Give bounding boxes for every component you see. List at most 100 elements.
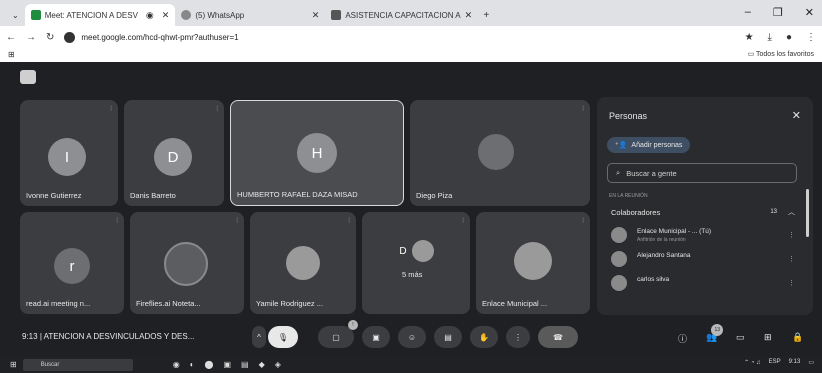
participant-tile-speaking[interactable]: H HUMBERTO RAFAEL DAZA MISAD: [230, 100, 404, 206]
panel-scrollbar[interactable]: [806, 189, 809, 237]
window-controls: – ❐ ✕: [745, 6, 814, 19]
tab-label: Meet: ATENCION A DESV: [44, 10, 138, 20]
search-icon: ⌕: [616, 168, 621, 177]
star-icon[interactable]: ★: [745, 32, 754, 43]
people-panel: Personas ✕ ⁺👤 Añadir personas ⌕ Buscar a…: [597, 97, 813, 315]
close-icon[interactable]: ✕: [162, 10, 170, 21]
camera-toggle-button[interactable]: ▢!: [318, 320, 358, 348]
menu-icon[interactable]: ⋮: [806, 32, 816, 43]
more-options-icon[interactable]: ⋮: [788, 279, 795, 287]
avatar-photo: [478, 134, 514, 170]
tab-label: ASISTENCIA CAPACITACION A: [345, 10, 461, 20]
participant-row[interactable]: carlos silva ⋮: [607, 273, 803, 295]
avatar: D: [154, 138, 192, 176]
more-options-icon: ⋮: [514, 332, 522, 342]
close-panel-icon[interactable]: ✕: [792, 109, 801, 122]
present-icon: ▤: [444, 332, 452, 342]
forward-icon[interactable]: →: [26, 32, 36, 43]
participant-name: carlos silva: [637, 276, 670, 283]
participant-name: Fireflies.ai Noteta...: [136, 299, 201, 308]
people-count-badge: 13: [711, 324, 724, 336]
maximize-icon[interactable]: ❐: [773, 6, 783, 19]
close-window-icon[interactable]: ✕: [805, 6, 814, 19]
tab-whatsapp[interactable]: (5) WhatsApp ✕: [175, 4, 325, 26]
participant-name: Alejandro Santana: [637, 252, 691, 259]
participant-role: Anfitrión de la reunión: [637, 237, 686, 243]
all-bookmarks-label: Todos los favoritos: [756, 51, 814, 58]
participant-tile[interactable]: ⫶ Fireflies.ai Noteta...: [130, 212, 244, 314]
participant-name: Enlace Municipal ...: [482, 299, 548, 308]
more-options-icon[interactable]: ⋮: [788, 231, 795, 239]
participant-tile[interactable]: ⫶ D Danis Barreto: [124, 100, 224, 206]
back-icon[interactable]: ←: [6, 32, 16, 43]
participant-tile-others[interactable]: ⫶ D 5 más: [362, 212, 470, 314]
participant-tile[interactable]: ⫶ I Ivonne Gutierrez: [20, 100, 118, 206]
meet-logo-icon[interactable]: [20, 70, 36, 84]
tab-search-icon[interactable]: ⌄: [12, 11, 19, 20]
mic-off-icon: 🎙: [277, 332, 289, 342]
present-button[interactable]: ▤: [434, 326, 462, 348]
avatar: I: [48, 138, 86, 176]
leave-call-button[interactable]: ☎: [538, 326, 578, 348]
system-tray: ⌃ ◔ ♫ ESP 9:13 ▭: [744, 359, 814, 366]
avatar-photo: [286, 246, 320, 280]
mic-off-icon: ⫶: [582, 106, 584, 113]
participant-name: HUMBERTO RAFAEL DAZA MISAD: [237, 190, 358, 199]
address-bar[interactable]: meet.google.com/hcd-qhwt-pmr?authuser=1: [64, 31, 734, 43]
host-controls-icon[interactable]: 🔒: [792, 332, 803, 343]
participant-tile[interactable]: ⫶ Enlace Municipal ...: [476, 212, 590, 314]
notifications-icon[interactable]: ▭: [808, 359, 814, 366]
download-icon[interactable]: ⤓: [768, 32, 772, 43]
avatar-logo: [164, 242, 208, 286]
mic-off-icon: ⫶: [216, 106, 218, 113]
chat-icon[interactable]: ▭: [736, 332, 745, 343]
taskbar-search[interactable]: Buscar: [22, 358, 133, 371]
captions-button[interactable]: ▣: [362, 326, 390, 348]
minimize-icon[interactable]: –: [745, 6, 751, 19]
add-person-icon: ⁺👤: [615, 142, 628, 149]
mic-off-icon: ⫶: [236, 218, 238, 225]
new-tab-icon[interactable]: +: [483, 10, 489, 21]
group-label: Colaboradores: [611, 207, 661, 217]
os-taskbar: ⊞ Buscar ◉◐⬤▣▤◆◈ ⌃ ◔ ♫ ESP 9:13 ▭: [0, 356, 822, 373]
collaborators-group[interactable]: Colaboradores 13 ︿: [607, 203, 803, 221]
close-icon[interactable]: ✕: [312, 10, 320, 21]
tab-meet[interactable]: Meet: ATENCION A DESV ◉ ✕: [24, 4, 176, 26]
start-icon[interactable]: ⊞: [10, 360, 17, 369]
site-info-icon[interactable]: [64, 31, 76, 43]
participant-row[interactable]: Enlace Municipal - ... (Tú) Anfitrión de…: [607, 225, 803, 247]
all-bookmarks[interactable]: ▭ Todos los favoritos: [748, 50, 814, 58]
bookmarks-bar: ⊞ ▭ Todos los favoritos: [0, 48, 822, 62]
people-button[interactable]: 👥 13: [706, 324, 724, 343]
tab-asistencia[interactable]: ASISTENCIA CAPACITACION A ✕: [325, 4, 475, 26]
more-options-button[interactable]: ⋮: [506, 326, 530, 348]
meeting-info: 9:13 | ATENCION A DESVINCULADOS Y DES...: [22, 332, 194, 341]
chevron-up-icon[interactable]: ︿: [788, 207, 795, 217]
people-search-input[interactable]: ⌕ Buscar a gente: [607, 163, 797, 183]
panel-title: Personas: [609, 111, 648, 121]
emoji-button[interactable]: ☺: [398, 326, 426, 348]
participant-tile[interactable]: ⫶ r read.ai meeting n...: [20, 212, 124, 314]
more-participants: 5 más: [402, 270, 423, 279]
apps-icon[interactable]: ⊞: [8, 50, 15, 59]
participant-tile[interactable]: ⫶ Yamile Rodriguez ...: [250, 212, 356, 314]
more-options-icon[interactable]: ⋮: [788, 255, 795, 263]
add-people-label: Añadir personas: [631, 141, 683, 149]
meet-stage: ⫶ I Ivonne Gutierrez ⫶ D Danis Barreto H…: [0, 62, 822, 356]
mic-toggle-button[interactable]: 🎙: [268, 326, 298, 348]
hand-icon: ✋: [479, 332, 489, 342]
participant-name: Ivonne Gutierrez: [26, 191, 82, 200]
raise-hand-button[interactable]: ✋: [470, 326, 498, 348]
participant-row[interactable]: Alejandro Santana ⋮: [607, 249, 803, 271]
mic-options-button[interactable]: ^: [252, 326, 266, 348]
mic-off-icon: ⫶: [582, 218, 584, 225]
in-meeting-label: EN LA REUNIÓN: [609, 193, 648, 199]
reload-icon[interactable]: ↻: [46, 32, 54, 43]
participant-tile[interactable]: ⫶ Diego Piza: [410, 100, 590, 206]
info-icon[interactable]: ⓘ: [678, 332, 687, 345]
profile-icon[interactable]: ●: [786, 32, 792, 43]
add-people-button[interactable]: ⁺👤 Añadir personas: [607, 137, 691, 153]
meeting-time: 9:13: [22, 332, 38, 341]
activities-icon[interactable]: ⊞: [764, 332, 772, 343]
close-icon[interactable]: ✕: [465, 10, 473, 21]
